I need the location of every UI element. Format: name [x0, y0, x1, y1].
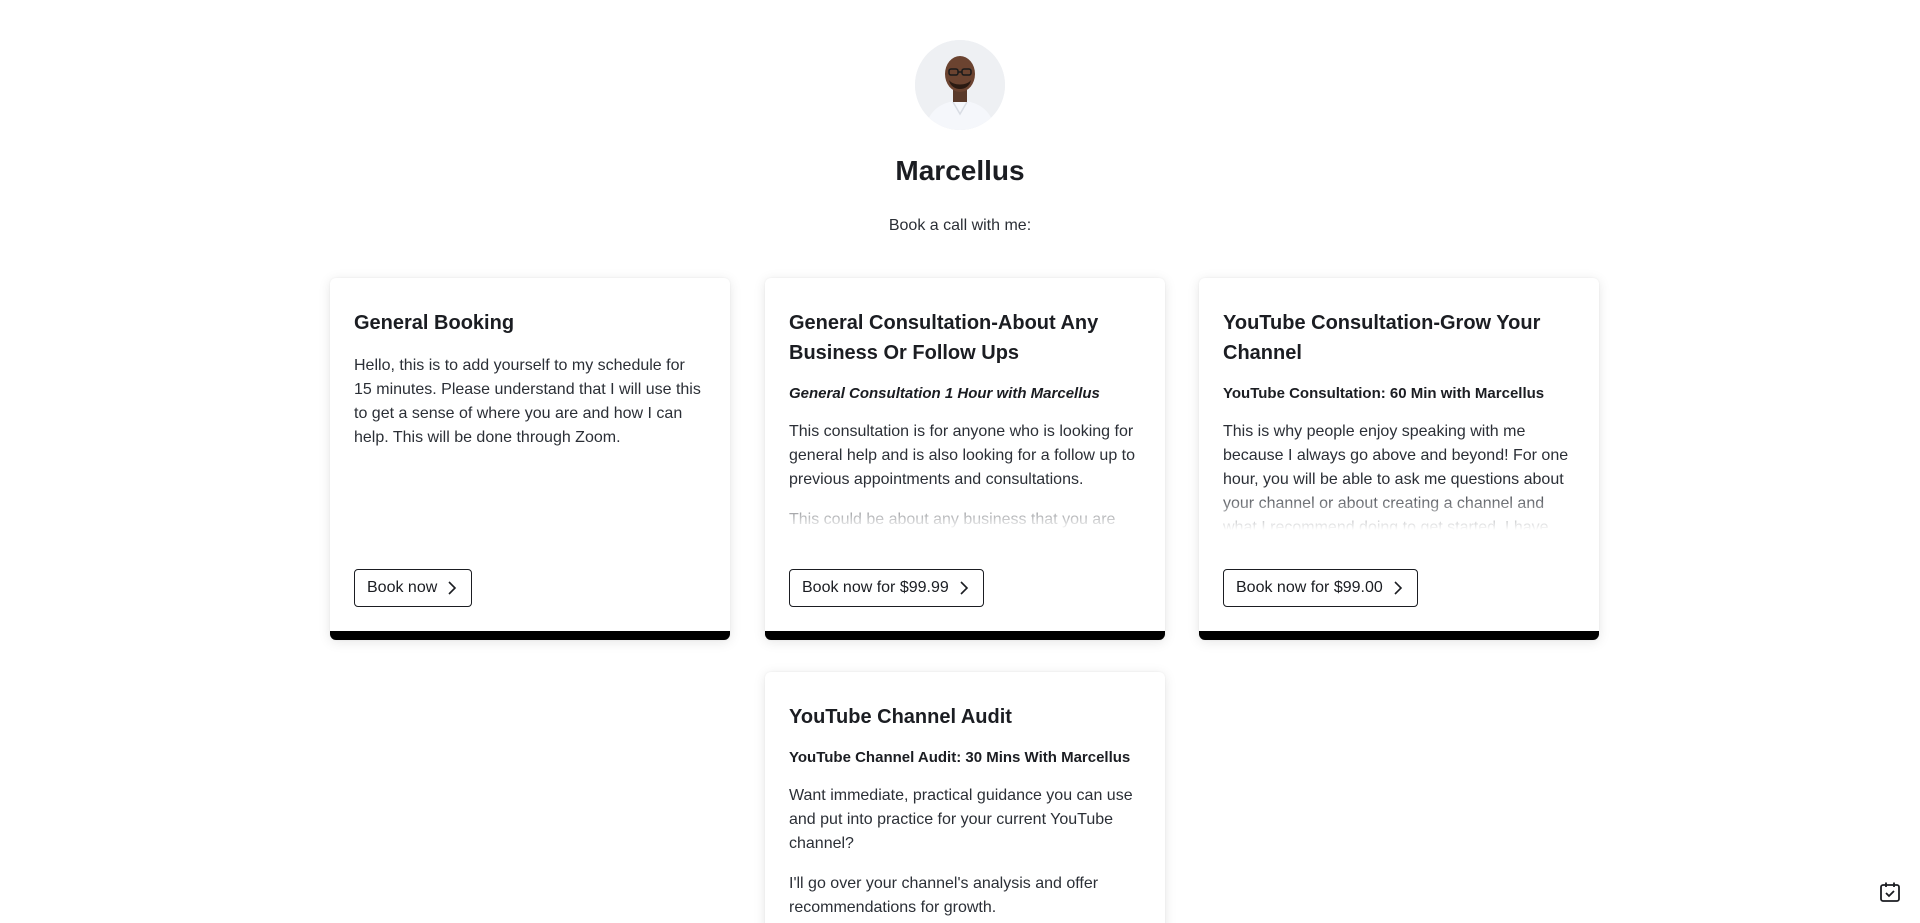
chevron-right-icon — [447, 580, 457, 596]
card-subtitle: YouTube Consultation: 60 Min with Marcel… — [1223, 385, 1545, 402]
chevron-right-icon — [959, 580, 969, 596]
booking-page: Marcellus Book a call with me: General B… — [0, 0, 1920, 923]
book-now-button[interactable]: Book now for $99.99 — [789, 569, 984, 607]
book-now-button[interactable]: Book now for $99.00 — [1223, 569, 1418, 607]
booking-card-youtube-consultation[interactable]: YouTube Consultation-Grow Your Channel Y… — [1199, 278, 1599, 640]
card-accent-bar — [1199, 631, 1599, 640]
booking-card-general-consultation[interactable]: General Consultation-About Any Business … — [765, 278, 1165, 640]
card-subtitle: General Consultation 1 Hour with Marcell… — [789, 385, 1100, 402]
card-title: General Consultation-About Any Business … — [789, 312, 1099, 364]
card-description: Want immediate, practical guidance you c… — [789, 787, 1133, 852]
card-accent-bar — [330, 631, 730, 640]
booking-card-general[interactable]: General Booking Hello, this is to add yo… — [330, 278, 730, 640]
profile-tagline: Book a call with me: — [888, 217, 1032, 234]
card-subtitle: YouTube Channel Audit: 30 Mins With Marc… — [789, 749, 1131, 766]
card-description-more: This could be about any business that yo… — [789, 511, 1116, 528]
book-button-label: Book now for $99.00 — [1236, 579, 1383, 596]
chevron-right-icon — [1393, 580, 1403, 596]
card-title: YouTube Channel Audit — [789, 706, 1012, 728]
card-description: This is why people enjoy speaking with m… — [1223, 423, 1569, 530]
booking-card-youtube-audit[interactable]: YouTube Channel Audit YouTube Channel Au… — [765, 672, 1165, 923]
card-accent-bar — [765, 631, 1165, 640]
card-title: General Booking — [354, 312, 515, 334]
profile-name: Marcellus — [895, 155, 1025, 186]
card-description-more: I'll go over your channel's analysis and… — [789, 875, 1099, 916]
book-button-label: Book now — [367, 579, 438, 596]
avatar — [915, 40, 1005, 130]
book-button-label: Book now for $99.99 — [802, 579, 949, 596]
card-description: This consultation is for anyone who is l… — [789, 423, 1135, 488]
calendar-check-icon[interactable] — [1878, 880, 1902, 904]
card-title: YouTube Consultation-Grow Your Channel — [1223, 312, 1541, 364]
card-description: Hello, this is to add yourself to my sch… — [354, 357, 701, 446]
book-now-button[interactable]: Book now — [354, 569, 473, 607]
